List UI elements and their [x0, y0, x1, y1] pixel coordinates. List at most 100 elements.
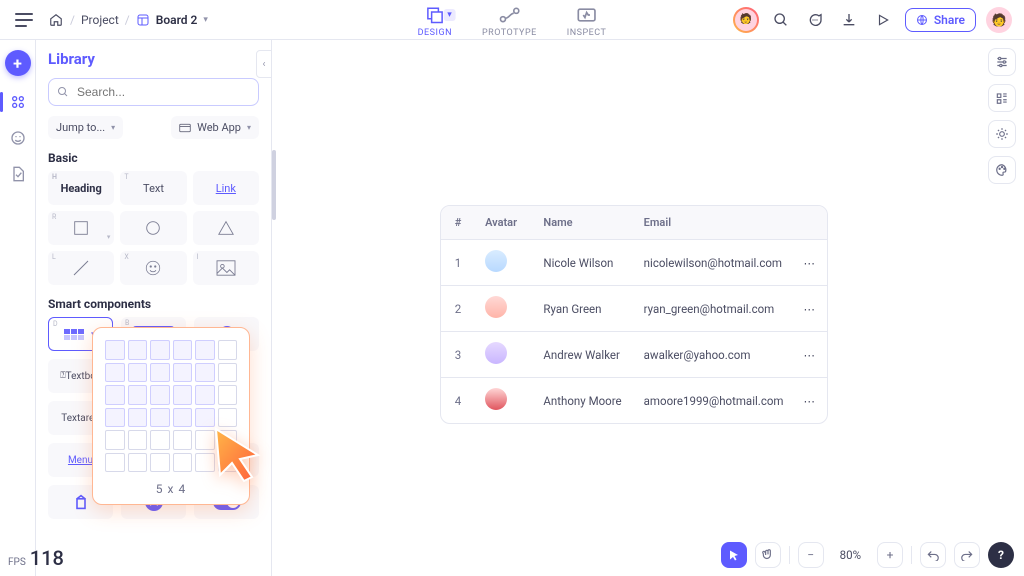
row-index: 1 [441, 240, 475, 286]
picker-cell[interactable] [150, 453, 170, 473]
row-avatar [475, 332, 533, 378]
search-input[interactable] [75, 84, 250, 100]
layers-icon[interactable] [988, 84, 1016, 112]
share-button[interactable]: Share [905, 8, 976, 32]
table-row[interactable]: 1Nicole Wilsonnicolewilson@hotmail.com⋯ [441, 240, 827, 286]
emoji-icon[interactable] [8, 128, 28, 148]
picker-cell[interactable] [173, 340, 193, 360]
picker-cell[interactable] [218, 340, 238, 360]
picker-cell[interactable] [105, 453, 125, 473]
picker-cell[interactable] [128, 408, 148, 428]
table-row[interactable]: 2Ryan Greenryan_green@hotmail.com⋯ [441, 286, 827, 332]
basic-text[interactable]: TText [120, 171, 186, 205]
col-email: Email [634, 206, 794, 240]
board-icon [136, 13, 150, 27]
basic-image[interactable]: I [193, 251, 259, 285]
palette-icon[interactable] [988, 156, 1016, 184]
picker-cell[interactable] [128, 430, 148, 450]
breadcrumb-project[interactable]: Project [81, 13, 119, 27]
col-avatar: Avatar [475, 206, 533, 240]
row-actions[interactable]: ⋯ [793, 240, 827, 286]
picker-cell[interactable] [105, 430, 125, 450]
row-avatar [475, 286, 533, 332]
search-icon[interactable] [769, 8, 793, 32]
picker-cell[interactable] [150, 340, 170, 360]
row-actions[interactable]: ⋯ [793, 378, 827, 424]
left-rail: + [0, 40, 36, 576]
picker-cell[interactable] [173, 408, 193, 428]
redo-button[interactable] [954, 542, 980, 568]
basic-link[interactable]: Link [193, 171, 259, 205]
picker-cell[interactable] [128, 340, 148, 360]
picker-cell[interactable] [218, 363, 238, 383]
chevron-down-icon[interactable]: ▾ [444, 9, 456, 21]
row-actions[interactable]: ⋯ [793, 332, 827, 378]
jump-to-dropdown[interactable]: Jump to...▾ [48, 116, 123, 139]
page-icon[interactable] [8, 164, 28, 184]
scrollbar[interactable] [272, 150, 276, 220]
picker-cell[interactable] [105, 363, 125, 383]
comment-icon[interactable] [803, 8, 827, 32]
picker-cell[interactable] [195, 340, 215, 360]
picker-cell[interactable] [173, 385, 193, 405]
picker-cell[interactable] [173, 453, 193, 473]
user-avatar[interactable]: 🧑 [986, 7, 1012, 33]
basic-line[interactable]: L [48, 251, 114, 285]
picker-cell[interactable] [105, 340, 125, 360]
picker-cell[interactable] [195, 363, 215, 383]
picker-cell[interactable] [173, 430, 193, 450]
row-index: 4 [441, 378, 475, 424]
basic-heading[interactable]: HHeading [48, 171, 114, 205]
play-icon[interactable] [871, 8, 895, 32]
basic-emoji[interactable]: X [120, 251, 186, 285]
star-gear-icon[interactable] [988, 120, 1016, 148]
picker-cell[interactable] [128, 363, 148, 383]
basic-triangle[interactable] [193, 211, 259, 245]
mode-design[interactable]: ▾ DESIGN [418, 4, 452, 38]
preset-dropdown[interactable]: Web App▾ [171, 116, 259, 139]
components-icon[interactable] [8, 92, 28, 112]
picker-cell[interactable] [128, 453, 148, 473]
section-basic-title: Basic [48, 151, 259, 165]
breadcrumb-board[interactable]: Board 2 [156, 13, 198, 27]
picker-cell[interactable] [105, 408, 125, 428]
undo-button[interactable] [920, 542, 946, 568]
download-icon[interactable] [837, 8, 861, 32]
basic-circle[interactable] [120, 211, 186, 245]
settings-icon[interactable] [988, 48, 1016, 76]
col-name: Name [533, 206, 633, 240]
picker-cell[interactable] [105, 385, 125, 405]
home-icon[interactable] [48, 12, 64, 28]
row-actions[interactable]: ⋯ [793, 286, 827, 332]
hand-tool[interactable] [755, 542, 781, 568]
row-email: awalker@yahoo.com [634, 332, 794, 378]
add-button[interactable]: + [5, 50, 31, 76]
help-button[interactable]: ? [988, 542, 1014, 568]
picker-cell[interactable] [173, 363, 193, 383]
mode-prototype[interactable]: PROTOTYPE [482, 4, 537, 38]
picker-cell[interactable] [150, 385, 170, 405]
picker-cell[interactable] [150, 408, 170, 428]
picker-cell[interactable] [128, 385, 148, 405]
zoom-in[interactable]: + [877, 542, 903, 568]
basic-rect[interactable]: R▾ [48, 211, 114, 245]
table-row[interactable]: 3 Andrew Walkerawalker@yahoo.com⋯ [441, 332, 827, 378]
table-row[interactable]: 4Anthony Mooreamoore1999@hotmail.com⋯ [441, 378, 827, 424]
picker-cell[interactable] [218, 385, 238, 405]
data-table[interactable]: # Avatar Name Email 1Nicole Wilsonnicole… [440, 205, 828, 424]
hamburger-menu[interactable] [12, 8, 36, 32]
zoom-out[interactable]: − [798, 542, 824, 568]
mode-inspect[interactable]: INSPECT [567, 4, 607, 38]
picker-cell[interactable] [195, 385, 215, 405]
library-search[interactable] [48, 78, 259, 106]
zoom-level[interactable]: 80% [832, 548, 869, 562]
collapse-panel-button[interactable]: ‹ [256, 50, 272, 78]
row-index: 3 [441, 332, 475, 378]
row-name: Andrew Walker [533, 332, 633, 378]
picker-cell[interactable] [150, 430, 170, 450]
picker-cell[interactable] [150, 363, 170, 383]
section-smart-title: Smart components [48, 297, 259, 311]
presence-avatar[interactable]: 🧑 [733, 7, 759, 33]
pointer-tool[interactable] [721, 542, 747, 568]
chevron-down-icon[interactable]: ▾ [203, 15, 208, 25]
